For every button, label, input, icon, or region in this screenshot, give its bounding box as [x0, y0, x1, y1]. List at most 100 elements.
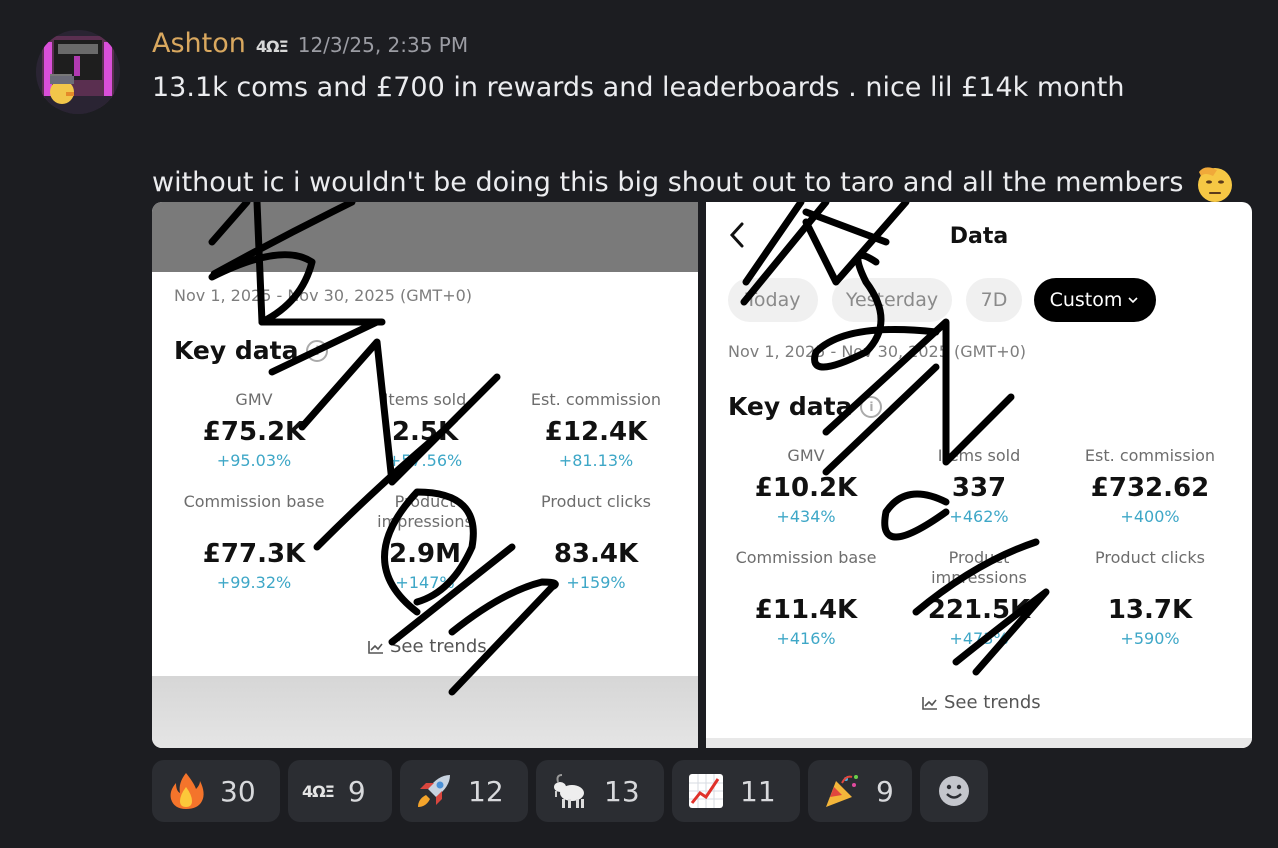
metric-est-commission: Est. commission £12.4K +81.13% [511, 390, 681, 472]
rocket-icon [414, 771, 454, 811]
metric-delta: +400% [1120, 507, 1180, 526]
metric-label: GMV [787, 446, 825, 465]
metric-commission-base: Commission base £77.3K +99.32% [169, 492, 339, 594]
metric-gmv: GMV £75.2K +95.03% [169, 390, 339, 472]
reaction-count: 11 [740, 774, 776, 808]
metric-delta: +95.03% [216, 451, 292, 470]
message-text-line-1: 13.1k coms and £700 in rewards and leade… [152, 72, 1125, 103]
metric-value: 2.5K [391, 417, 459, 447]
metric-value: £77.3K [202, 539, 306, 569]
server-emoji-icon: 4ΩΞ [302, 781, 335, 801]
reaction-fire[interactable]: 30 [152, 760, 280, 822]
metric-delta: +57.56% [387, 451, 463, 470]
see-trends-link[interactable]: See trends [922, 692, 1041, 713]
metric-value: 13.7K [1107, 595, 1193, 625]
metric-label: Commission base [183, 492, 325, 511]
metric-product-clicks: Product clicks 83.4K +159% [511, 492, 681, 594]
metric-value: 337 [951, 473, 1007, 503]
page-title: Data [949, 224, 1009, 249]
bottom-divider [706, 738, 1252, 748]
reaction-count: 30 [220, 774, 256, 808]
smiley-icon [939, 776, 969, 806]
metric-delta: +81.13% [558, 451, 634, 470]
chevron-down-icon [1128, 297, 1138, 304]
metric-label: Product clicks [541, 492, 651, 511]
reaction-server-emoji[interactable]: 4ΩΞ 9 [288, 760, 392, 822]
add-reaction-button[interactable] [920, 760, 988, 822]
metric-value: £75.2K [202, 417, 306, 447]
metric-value: £732.62 [1090, 473, 1210, 503]
chart-increasing-icon [686, 771, 726, 811]
reaction-chart-increasing[interactable]: 11 [672, 760, 800, 822]
see-trends-label: See trends [944, 692, 1041, 713]
chip-7d[interactable]: 7D [966, 278, 1022, 322]
gray-header-band [152, 202, 698, 272]
metric-label: Product impressions [931, 548, 1027, 587]
reaction-goat[interactable]: 13 [536, 760, 664, 822]
message-text-line-2: without ic i wouldn't be doing this big … [152, 160, 1235, 204]
date-range: Nov 1, 2025 - Nov 30, 2025 (GMT+0) [728, 342, 1027, 361]
see-trends-link[interactable]: See trends [368, 636, 487, 657]
see-trends-label: See trends [390, 636, 487, 657]
metric-delta: +473% [949, 629, 1009, 648]
user-tag: 4ΩΞ [255, 37, 289, 56]
metric-label: Product impressions [377, 492, 473, 531]
key-data-heading: Key data i [174, 336, 329, 365]
metric-value: £10.2K [754, 473, 858, 503]
metric-label: GMV [235, 390, 273, 409]
metric-delta: +590% [1120, 629, 1180, 648]
key-data-title: Key data [174, 336, 299, 365]
reaction-count: 9 [347, 774, 366, 808]
gray-footer-band [152, 676, 698, 748]
info-icon: i [306, 339, 329, 362]
fire-icon [166, 771, 206, 811]
metric-label: Product clicks [1095, 548, 1205, 567]
right-screenshot[interactable]: Data Today Yesterday 7D Custom Nov 1, 20… [706, 202, 1252, 748]
metric-items-sold: Items sold 337 +462% [894, 446, 1064, 528]
chip-custom[interactable]: Custom [1034, 278, 1156, 322]
metric-product-impressions: Product impressions 2.9M +147% [340, 492, 510, 594]
metric-delta: +159% [566, 573, 626, 592]
metric-delta: +462% [949, 507, 1009, 526]
line-chart-icon [922, 696, 937, 710]
metric-value: 221.5K [927, 595, 1031, 625]
chip-custom-label: Custom [1049, 289, 1123, 311]
left-screenshot[interactable]: Nov 1, 2025 - Nov 30, 2025 (GMT+0) Key d… [152, 202, 698, 748]
metric-delta: +434% [776, 507, 836, 526]
username[interactable]: Ashton [152, 28, 246, 59]
chip-today[interactable]: Today [728, 278, 818, 322]
avatar[interactable] [36, 30, 120, 114]
metric-est-commission: Est. commission £732.62 +400% [1065, 446, 1235, 528]
metric-commission-base: Commission base £11.4K +416% [721, 548, 891, 650]
metric-value: £12.4K [544, 417, 648, 447]
reaction-party-popper[interactable]: 9 [808, 760, 912, 822]
metric-delta: +147% [395, 573, 455, 592]
metric-gmv: GMV £10.2K +434% [721, 446, 891, 528]
party-popper-icon [822, 771, 862, 811]
info-icon: i [860, 395, 883, 418]
metric-label: Items sold [383, 390, 467, 409]
message-header: Ashton 4ΩΞ 12/3/25, 2:35 PM [152, 28, 468, 59]
metric-delta: +416% [776, 629, 836, 648]
metric-value: 2.9M [389, 539, 461, 569]
metric-product-clicks: Product clicks 13.7K +590% [1065, 548, 1235, 650]
reaction-count: 9 [876, 774, 894, 808]
reaction-rocket[interactable]: 12 [400, 760, 528, 822]
reaction-count: 12 [468, 774, 504, 808]
timestamp: 12/3/25, 2:35 PM [297, 33, 469, 57]
date-range: Nov 1, 2025 - Nov 30, 2025 (GMT+0) [174, 286, 473, 305]
message-text-line-2-text: without ic i wouldn't be doing this big … [152, 166, 1184, 198]
metric-value: 83.4K [553, 539, 639, 569]
metric-label: Items sold [937, 446, 1021, 465]
metric-delta: +99.32% [216, 573, 292, 592]
reactions-bar: 30 4ΩΞ 9 12 13 11 9 [152, 760, 988, 822]
goat-icon [550, 771, 590, 811]
chip-yesterday[interactable]: Yesterday [832, 278, 952, 322]
metric-label: Est. commission [1084, 446, 1216, 465]
metric-product-impressions: Product impressions 221.5K +473% [894, 548, 1064, 650]
metric-items-sold: Items sold 2.5K +57.56% [340, 390, 510, 472]
metric-value: £11.4K [754, 595, 858, 625]
saluting-face-icon [1191, 160, 1235, 204]
metric-label: Commission base [735, 548, 877, 567]
reaction-count: 13 [604, 774, 640, 808]
